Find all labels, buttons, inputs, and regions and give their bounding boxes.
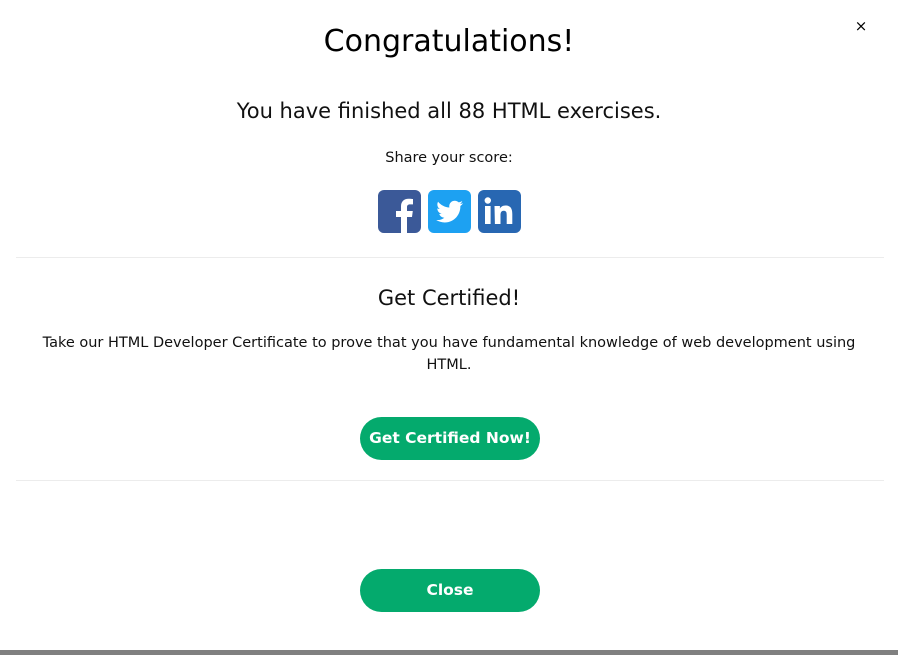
linkedin-share-button[interactable] — [478, 190, 521, 233]
share-score-label: Share your score: — [385, 150, 513, 166]
facebook-icon — [396, 198, 413, 233]
certificate-description: Take our HTML Developer Certificate to p… — [42, 335, 856, 373]
share-buttons — [377, 190, 523, 234]
get-certified-now-button[interactable]: Get Certified Now! — [360, 417, 540, 460]
window-bottom-edge — [0, 650, 898, 655]
close-button[interactable]: Close — [360, 569, 540, 612]
twitter-icon — [436, 200, 464, 223]
get-certified-heading: Get Certified! — [377, 286, 521, 310]
finished-message: You have finished all 88 HTML exercises. — [236, 99, 662, 123]
section-divider — [16, 480, 884, 481]
linkedin-icon — [484, 197, 513, 224]
facebook-share-button[interactable] — [378, 190, 421, 233]
modal-title: Congratulations! — [323, 24, 575, 59]
twitter-share-button[interactable] — [428, 190, 471, 233]
congratulations-modal: × Congratulations! You have finished all… — [0, 0, 898, 650]
section-divider — [16, 257, 884, 258]
